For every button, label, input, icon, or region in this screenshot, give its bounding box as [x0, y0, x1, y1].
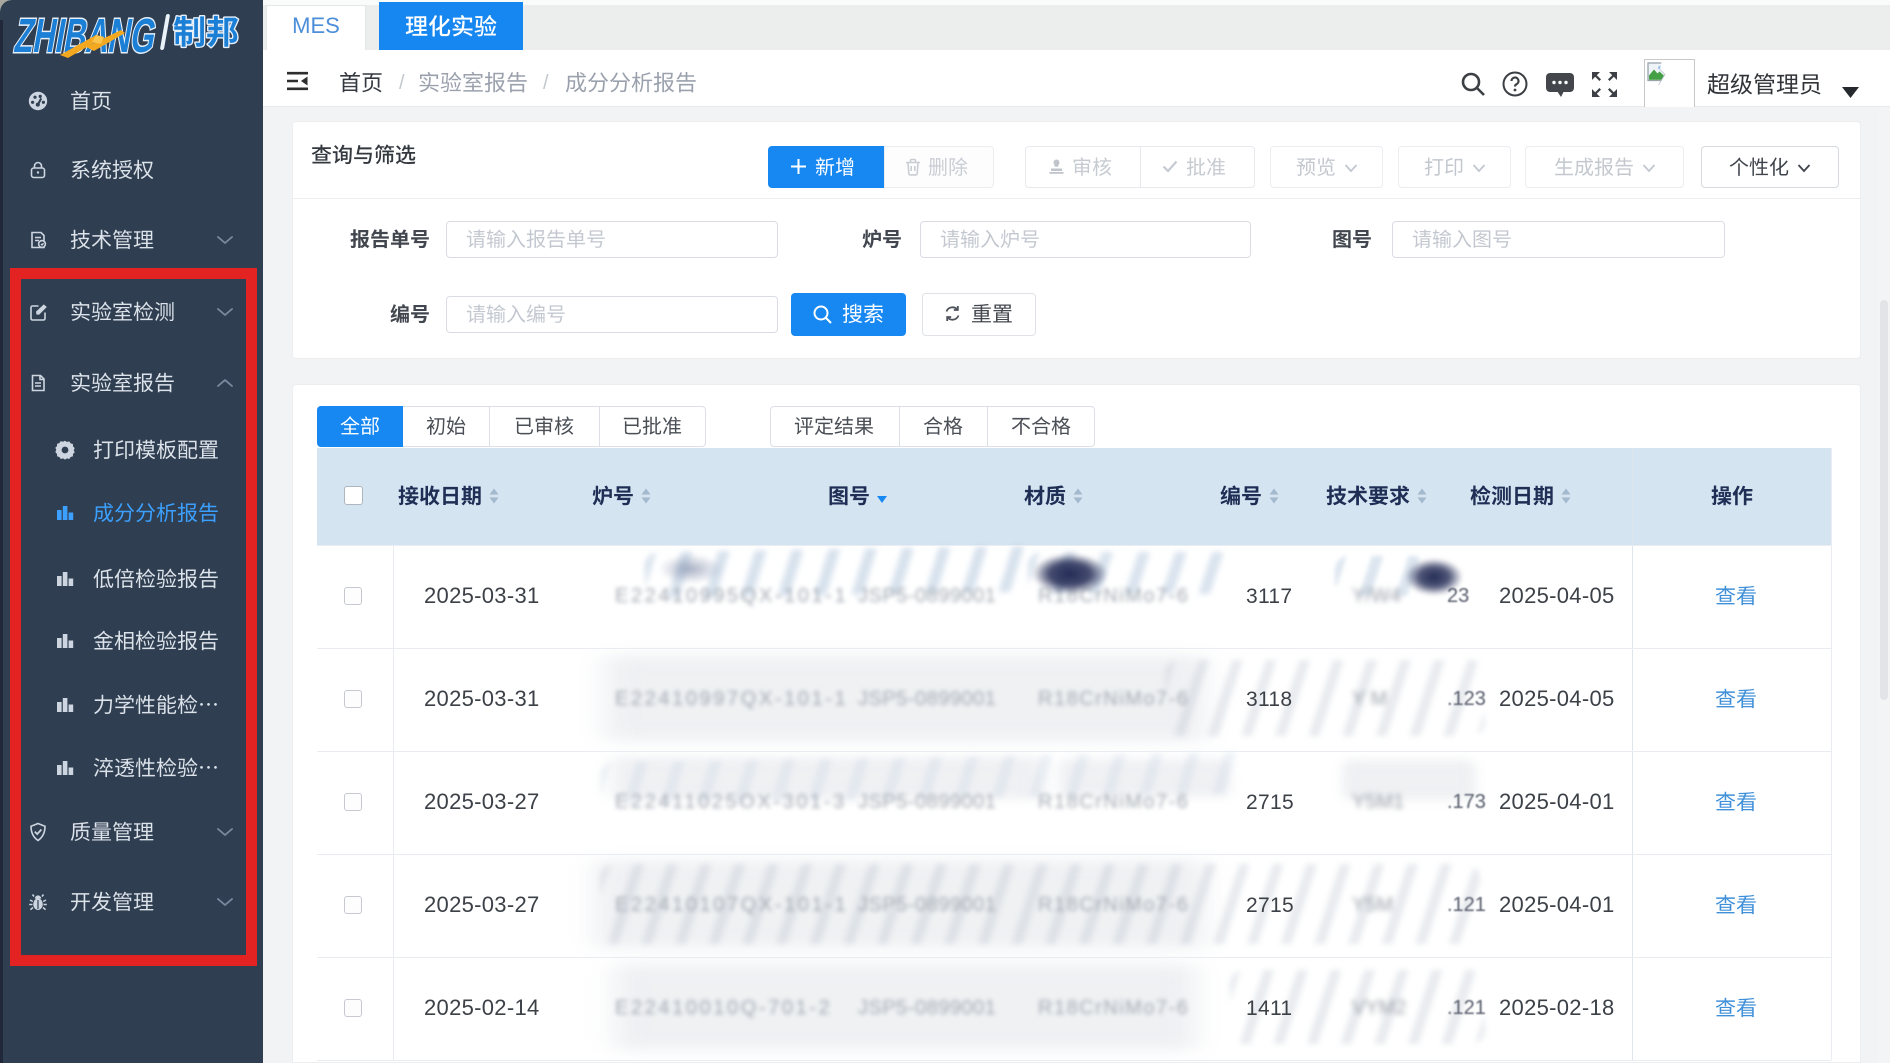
svg-text:ZHIBANG: ZHIBANG: [11, 9, 160, 63]
